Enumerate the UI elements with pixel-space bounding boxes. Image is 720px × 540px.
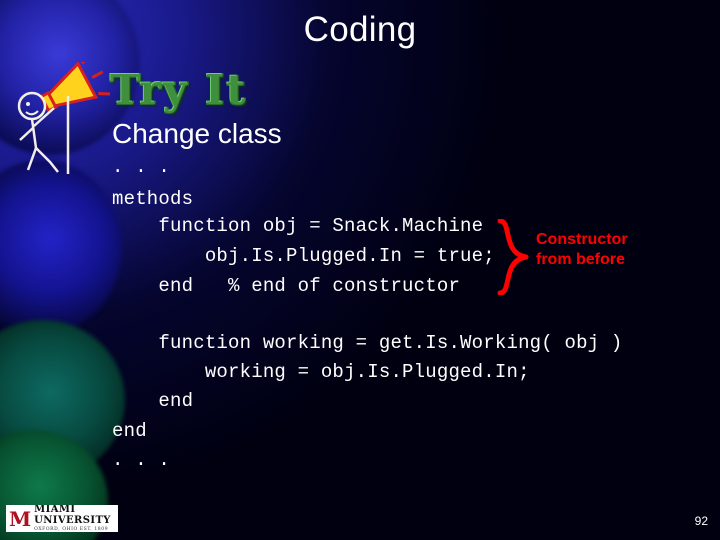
- logo-tagline: OXFORD, OHIO EST. 1809: [34, 527, 109, 532]
- slide: Coding Try It Change class . . . methods…: [0, 0, 720, 540]
- code-line-working-assign: working = obj.Is.Plugged.In;: [112, 361, 530, 383]
- annotation-constructor-from-before: Constructor from before: [536, 230, 628, 270]
- logo-name: MIAMI UNIVERSITY: [34, 505, 111, 526]
- annotation-line-2: from before: [536, 251, 625, 268]
- code-line-is-plugged-in: obj.Is.Plugged.In = true;: [112, 245, 495, 267]
- annotation-line-1: Constructor: [536, 231, 628, 248]
- code-line-function-constructor: function obj = Snack.Machine: [112, 215, 484, 237]
- cartoon-presenter-icon: [17, 62, 111, 174]
- red-curly-brace-icon: [497, 219, 529, 295]
- logo-text-block: MIAMI UNIVERSITY OXFORD, OHIO EST. 1809: [31, 505, 118, 532]
- section-heading-try-it: Try It: [110, 66, 248, 114]
- code-line-dots-top: . . .: [112, 156, 171, 178]
- code-line-end-inner: end: [112, 390, 194, 412]
- code-line-methods: methods: [112, 188, 194, 210]
- miami-university-logo: M MIAMI UNIVERSITY OXFORD, OHIO EST. 180…: [6, 505, 118, 532]
- code-line-end-outer: end: [112, 420, 147, 442]
- subheading-change-class: Change class: [112, 118, 282, 149]
- logo-letter-m: M: [9, 506, 32, 531]
- page-number: 92: [694, 514, 708, 528]
- slide-title: Coding: [303, 10, 417, 49]
- code-line-function-working: function working = get.Is.Working( obj ): [112, 332, 623, 354]
- code-line-dots-bottom: . . .: [112, 449, 171, 471]
- code-line-end-constructor: end % end of constructor: [112, 275, 461, 297]
